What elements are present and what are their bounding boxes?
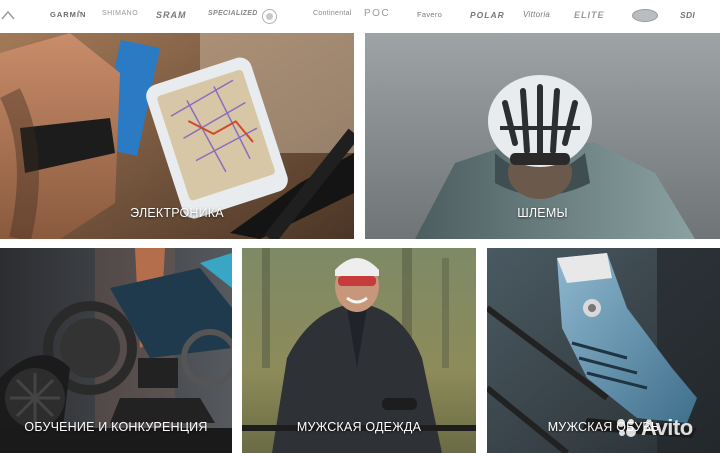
tile-caption-training: ОБУЧЕНИЕ И КОНКУРЕНЦИЯ — [24, 420, 208, 434]
brand-vittoria[interactable]: Vittoria — [523, 10, 550, 24]
avito-watermark: Avito — [615, 414, 715, 442]
brand-shimano[interactable]: SHIMANO — [102, 10, 138, 24]
brand-favero[interactable]: Favero — [417, 10, 442, 24]
tile-caption-electronics: ЭЛЕКТРОНИКА — [130, 206, 224, 220]
category-tile-electronics[interactable]: ЭЛЕКТРОНИКА — [0, 33, 354, 239]
category-tile-clothing[interactable]: МУЖСКАЯ ОДЕЖДА — [242, 248, 476, 453]
round-brand-logo[interactable] — [262, 9, 277, 24]
category-tile-helmets[interactable]: ШЛЕМЫ — [365, 33, 720, 239]
brand-strip: GARMIN ▲ SHIMANO SRAM SPECIALIZED Contin… — [0, 0, 720, 33]
tile-caption-clothing: МУЖСКАЯ ОДЕЖДА — [296, 420, 422, 434]
category-tile-training[interactable]: ОБУЧЕНИЕ И КОНКУРЕНЦИЯ — [0, 248, 232, 453]
oval-brand-logo[interactable] — [632, 9, 658, 22]
brand-specialized[interactable]: SPECIALIZED — [208, 10, 258, 24]
brand-poc[interactable]: POC — [364, 8, 390, 22]
brand-sram[interactable]: SRAM — [156, 10, 187, 24]
avito-watermark-text: Avito — [641, 415, 693, 440]
tile-caption-helmets: ШЛЕМЫ — [517, 206, 568, 220]
garmin-triangle-icon: ▲ — [76, 9, 83, 15]
partial-brand-logo[interactable] — [0, 9, 16, 23]
avito-dots-icon — [617, 419, 636, 437]
brand-sdi[interactable]: SDI — [680, 10, 695, 24]
brand-continental[interactable]: Continental — [313, 10, 352, 24]
brand-polar[interactable]: POLAR — [470, 10, 505, 24]
brand-elite[interactable]: ELITE — [574, 10, 605, 24]
